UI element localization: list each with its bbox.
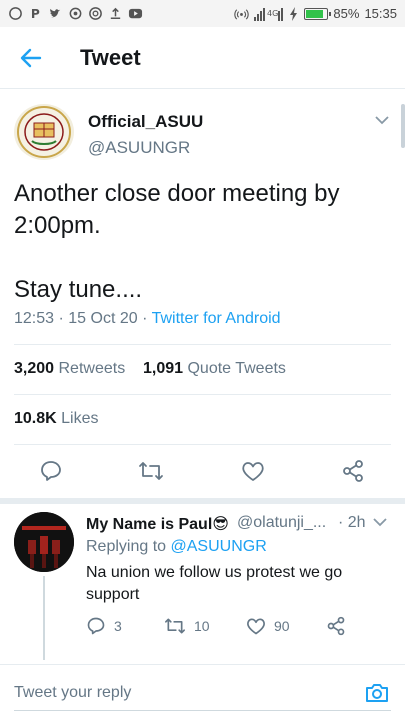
reply-author-name[interactable]: My Name is Paul😎 xyxy=(86,514,229,534)
reply-avatar[interactable] xyxy=(14,512,74,572)
share-icon xyxy=(327,616,345,636)
tweet-source-link[interactable]: Twitter for Android xyxy=(152,310,281,327)
charging-icon xyxy=(290,6,298,21)
reply-time: · 2h xyxy=(338,514,366,531)
chevron-down-icon[interactable] xyxy=(374,112,390,128)
clock: 15:35 xyxy=(364,6,397,21)
likes-count[interactable]: 10.8K xyxy=(14,410,57,427)
reply-retweet-count: 10 xyxy=(194,618,210,634)
reply-composer xyxy=(0,664,405,720)
notification-circle-icon xyxy=(9,7,22,20)
reply-input[interactable] xyxy=(14,683,363,702)
battery-level xyxy=(306,9,324,18)
battery-icon xyxy=(304,7,332,20)
reply-icon xyxy=(41,461,61,481)
tweet-text: Another close door meeting by 2:00pm. St… xyxy=(14,178,384,306)
reply-like-button[interactable]: 90 xyxy=(246,616,290,636)
replying-to-mention[interactable]: @ASUUNGR xyxy=(171,538,267,555)
divider xyxy=(14,444,391,445)
system-status: 4G 85% 15:35 xyxy=(234,6,397,21)
tweet-text-line: Another close door meeting by 2:00pm. xyxy=(14,180,340,239)
like-stats: 10.8K Likes xyxy=(14,410,99,428)
retweet-button[interactable] xyxy=(138,458,164,484)
tweet-text-line: Stay tune.... xyxy=(14,276,143,303)
tweet-author: Official_ASUU @ASUUNGR xyxy=(14,104,394,164)
retweet-stats: 3,200 Retweets 1,091 Quote Tweets xyxy=(14,360,286,378)
heart-icon xyxy=(242,462,264,481)
upload-icon xyxy=(110,7,121,19)
reply-button[interactable] xyxy=(38,458,64,484)
reply-retweet-button[interactable]: 10 xyxy=(164,616,210,636)
tweet-actions xyxy=(0,458,405,488)
reply-text: Na union we follow us protest we go supp… xyxy=(86,564,343,603)
twitter-bird-icon xyxy=(49,8,61,18)
camera-icon xyxy=(366,683,388,702)
back-button[interactable] xyxy=(12,39,50,77)
svg-text:P: P xyxy=(31,7,40,21)
signal-icon: 4G xyxy=(254,7,284,21)
share-icon xyxy=(343,460,363,482)
tweet-date: 15 Oct 20 xyxy=(68,310,138,327)
tweet-meta: 12:53 · 15 Oct 20 · Twitter for Android xyxy=(14,310,281,328)
page-title: Tweet xyxy=(80,44,141,70)
back-arrow-icon xyxy=(20,48,42,67)
author-handle[interactable]: @ASUUNGR xyxy=(88,138,190,158)
composer-underline xyxy=(14,710,391,711)
hotspot-icon xyxy=(234,9,250,20)
replying-to: Replying to @ASUUNGR xyxy=(86,538,267,556)
author-name[interactable]: Official_ASUU xyxy=(88,112,203,132)
tweet-time: 12:53 xyxy=(14,310,55,327)
likes-label[interactable]: Likes xyxy=(61,410,98,427)
divider xyxy=(14,394,391,395)
meta-separator: · xyxy=(142,310,148,327)
reply-author-handle[interactable]: @olatunji_... xyxy=(237,514,326,532)
scrollbar[interactable] xyxy=(401,104,405,148)
share-button[interactable] xyxy=(340,458,366,484)
status-bar: P 4G 85% 15:35 xyxy=(0,0,405,27)
asuu-logo-icon xyxy=(17,106,71,158)
chevron-down-icon[interactable] xyxy=(372,514,388,530)
reply-reply-count: 3 xyxy=(114,618,122,634)
settings-gear-icon xyxy=(69,7,82,20)
top-app-bar: Tweet xyxy=(0,27,405,89)
quote-tweets-label[interactable]: Quote Tweets xyxy=(187,360,285,377)
reply-reply-button[interactable]: 3 xyxy=(86,616,122,636)
divider xyxy=(14,344,391,345)
reply-like-count: 90 xyxy=(274,618,290,634)
retweets-count[interactable]: 3,200 xyxy=(14,360,54,377)
quote-tweets-count[interactable]: 1,091 xyxy=(143,360,183,377)
thread-line xyxy=(43,576,45,660)
section-separator xyxy=(0,498,405,504)
replying-to-prefix: Replying to xyxy=(86,538,167,555)
camera-button[interactable] xyxy=(363,679,391,707)
meta-separator: · xyxy=(58,310,64,327)
reply-share-button[interactable] xyxy=(326,616,346,636)
notification-icons: P xyxy=(8,6,143,21)
retweets-label[interactable]: Retweets xyxy=(59,360,126,377)
reply-icon xyxy=(87,617,105,635)
battery-percent: 85% xyxy=(333,6,360,21)
youtube-icon xyxy=(128,8,143,19)
retweet-icon xyxy=(164,618,185,634)
reply-actions: 3 10 90 xyxy=(86,616,386,638)
pinterest-icon: P xyxy=(31,7,40,21)
protest-fists-icon xyxy=(14,512,74,572)
retweet-icon xyxy=(139,462,163,480)
target-icon xyxy=(89,7,102,20)
avatar[interactable] xyxy=(14,104,74,160)
tweet-text-blank-line xyxy=(14,242,384,274)
heart-icon xyxy=(247,618,265,635)
svg-text:4G: 4G xyxy=(267,9,278,18)
like-button[interactable] xyxy=(240,458,266,484)
